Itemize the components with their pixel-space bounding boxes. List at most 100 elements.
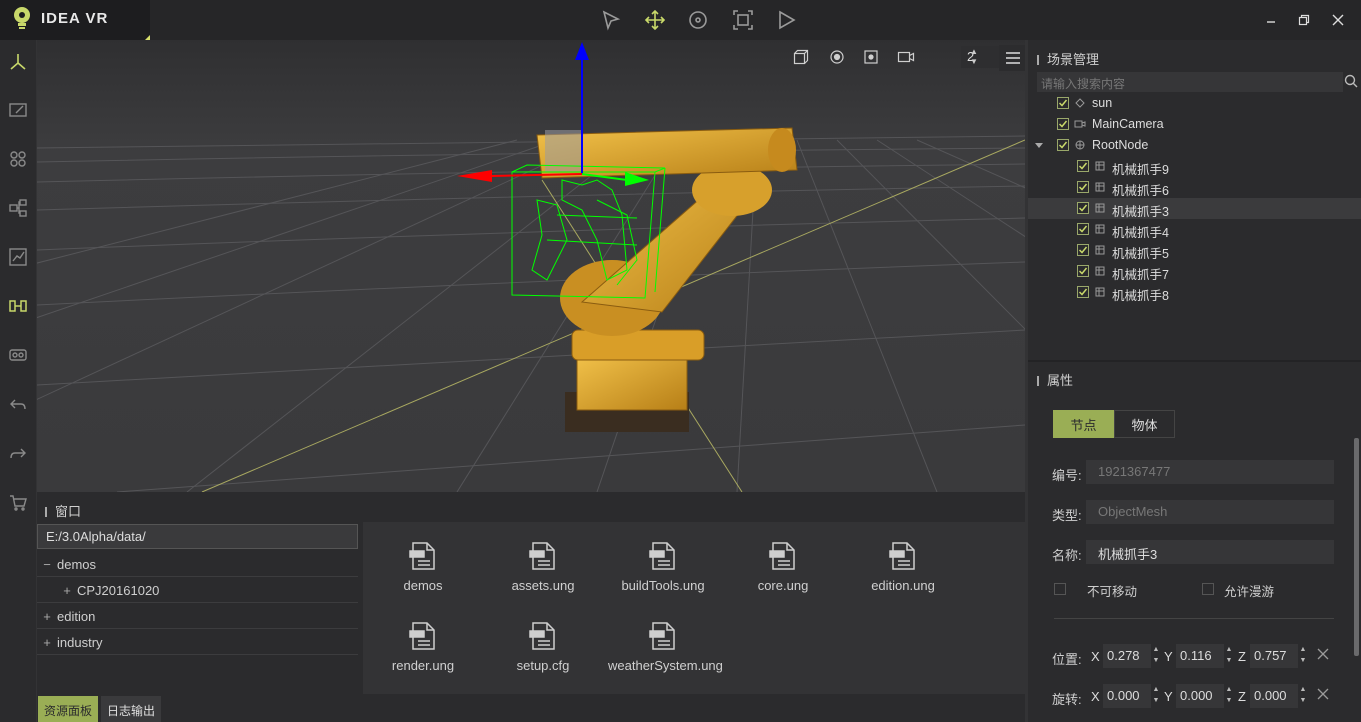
undo-icon[interactable] [4,391,32,419]
position-y-stepper[interactable]: ▲ ▼ [1225,644,1233,668]
file-item[interactable]: demos [368,532,478,608]
rotation-y-input[interactable]: 0.000 [1176,684,1224,708]
expand-icon[interactable]: + [57,583,77,598]
mesh-icon [1094,265,1106,277]
hamburger-menu-icon[interactable] [999,45,1025,71]
tab-resources[interactable]: 资源面板 [38,696,99,722]
scene-item[interactable]: 机械抓手9 [1028,156,1361,177]
tab-node[interactable]: 节点 [1053,410,1114,438]
scale-icon[interactable] [729,6,757,34]
focus-icon[interactable] [826,46,848,68]
scene-item[interactable]: sun [1028,93,1361,114]
close-icon[interactable] [1326,8,1350,32]
rotate-icon[interactable] [684,6,712,34]
file-item[interactable]: buildTools.ung [608,532,718,608]
visibility-checkbox[interactable] [1077,202,1089,214]
visibility-checkbox[interactable] [1077,223,1089,235]
visibility-checkbox[interactable] [1057,139,1069,151]
scene-item[interactable]: 机械抓手5 [1028,240,1361,261]
visibility-checkbox[interactable] [1077,265,1089,277]
scene-item[interactable]: 机械抓手7 [1028,261,1361,282]
play-icon[interactable] [772,6,800,34]
immovable-checkbox[interactable] [1054,583,1066,595]
collapse-icon[interactable]: − [37,557,57,572]
axis-icon[interactable] [4,48,32,76]
scene-item[interactable]: 机械抓手3 [1028,198,1361,219]
expand-icon[interactable]: + [37,635,57,650]
file-item[interactable]: assets.ung [488,532,598,608]
tree-item-label: demos [57,557,97,572]
scene-item[interactable]: MainCamera [1028,114,1361,135]
file-item[interactable]: core.ung [728,532,838,608]
expand-arrow-icon[interactable] [1034,139,1044,153]
tab-log[interactable]: 日志输出 [101,696,162,722]
visibility-checkbox[interactable] [1057,97,1069,109]
tree-item[interactable]: + industry [37,630,358,655]
tree-item[interactable]: − demos [37,552,358,577]
visibility-checkbox[interactable] [1077,160,1089,172]
tree-item[interactable]: + CPJ20161020 [37,578,358,603]
rotation-y-axis: Y [1164,689,1173,704]
rotation-z-stepper[interactable]: ▲ ▼ [1299,684,1307,708]
camera-view-icon[interactable] [895,46,917,68]
expand-icon[interactable]: + [37,609,57,624]
reset-position-icon[interactable] [1316,647,1330,664]
center-icon[interactable] [860,46,882,68]
file-name: edition.ung [871,578,935,593]
title-bar [0,0,1361,40]
search-icon[interactable] [1344,74,1358,91]
minimize-icon[interactable] [1259,8,1283,32]
scene-item[interactable]: 机械抓手6 [1028,177,1361,198]
reset-rotation-icon[interactable] [1316,687,1330,704]
rotation-x-stepper[interactable]: ▲ ▼ [1152,684,1160,708]
position-z-axis: Z [1238,649,1246,664]
position-z-stepper[interactable]: ▲ ▼ [1299,644,1307,668]
vr-icon[interactable] [4,341,32,369]
visibility-checkbox[interactable] [1077,244,1089,256]
file-grid: demos assets.ung buildTools.ung core.ung edi… [363,522,1025,694]
file-item[interactable]: render.ung [368,612,478,688]
visibility-checkbox[interactable] [1057,118,1069,130]
scene-item[interactable]: 机械抓手4 [1028,219,1361,240]
visibility-checkbox[interactable] [1077,286,1089,298]
rotation-x-input[interactable]: 0.000 [1103,684,1151,708]
view-count-stepper[interactable]: ▲ ▼ [970,47,978,67]
scene-search-input[interactable]: 请输入搜索内容 [1037,72,1343,92]
position-y-input[interactable]: 0.116 [1176,644,1224,668]
chart-icon[interactable] [4,243,32,271]
file-icon [728,540,838,572]
rotation-z-input[interactable]: 0.000 [1250,684,1298,708]
scene-item[interactable]: RootNode [1028,135,1361,156]
path-input[interactable]: E:/3.0Alpha/data/ [37,524,358,549]
position-x-input[interactable]: 0.278 [1103,644,1151,668]
restore-icon[interactable] [1292,8,1316,32]
tab-object[interactable]: 物体 [1114,410,1175,438]
robot-icon[interactable] [4,292,32,320]
name-field[interactable]: 机械抓手3 [1086,540,1334,564]
redo-icon[interactable] [4,440,32,468]
3d-viewport[interactable]: 2 ▲ ▼ [37,40,1025,492]
scene-item[interactable]: 机械抓手8 [1028,282,1361,303]
file-item[interactable]: edition.ung [848,532,958,608]
edit-icon[interactable] [4,96,32,124]
file-item[interactable]: setup.cfg [488,612,598,688]
rotation-x-axis: X [1091,689,1100,704]
select-icon[interactable] [597,6,625,34]
hierarchy-icon[interactable] [4,194,32,222]
file-item[interactable]: weatherSystem.ung [608,612,723,688]
position-z-input[interactable]: 0.757 [1250,644,1298,668]
visibility-checkbox[interactable] [1077,181,1089,193]
allow-roam-checkbox[interactable] [1202,583,1214,595]
file-name: buildTools.ung [621,578,705,593]
tree-item[interactable]: + edition [37,604,358,629]
position-x-stepper[interactable]: ▲ ▼ [1152,644,1160,668]
type-field: ObjectMesh [1086,500,1334,524]
grid-icon[interactable] [4,145,32,173]
cart-icon[interactable] [4,488,32,516]
rotation-y-stepper[interactable]: ▲ ▼ [1225,684,1233,708]
mesh-icon [1094,286,1106,298]
properties-scrollbar[interactable] [1354,438,1359,656]
move-icon[interactable] [641,6,669,34]
cube-view-icon[interactable] [790,46,812,68]
tree-item-label: edition [57,609,96,624]
